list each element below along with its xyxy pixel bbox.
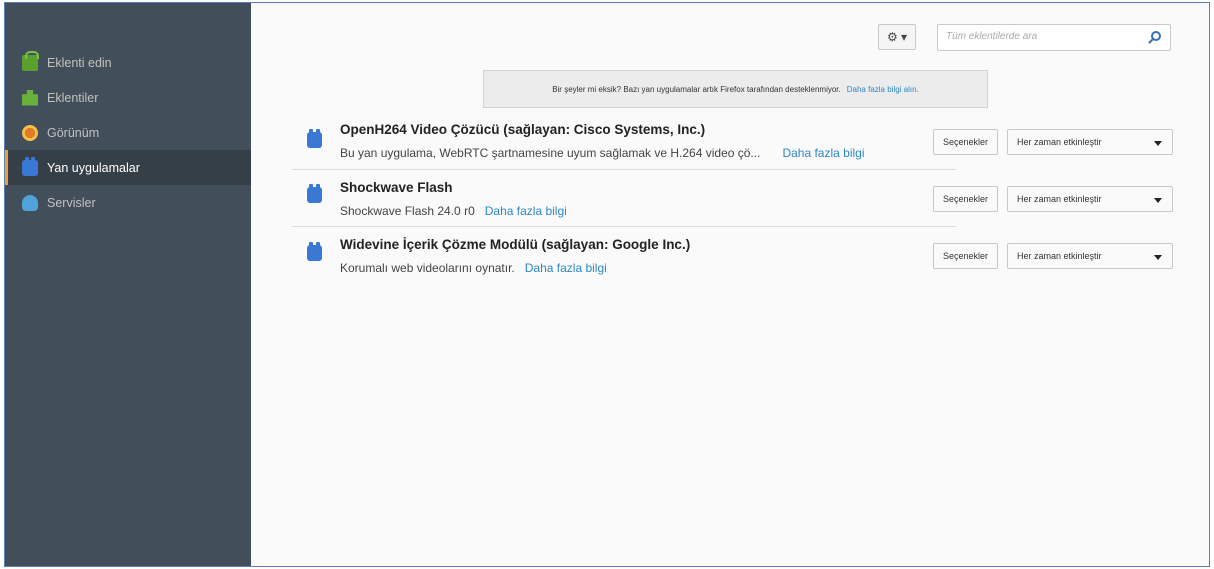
sidebar-item-plugins[interactable]: Yan uygulamalar [5, 150, 251, 185]
dropdown-arrow-icon [1154, 255, 1162, 260]
sidebar-item-label: Eklentiler [47, 90, 99, 105]
sidebar-item-get-addons[interactable]: Eklenti edin [5, 45, 251, 80]
plugin-state-select[interactable]: Her zaman etkinleştir [1007, 243, 1173, 269]
sidebar-item-label: Görünüm [47, 125, 100, 140]
sidebar-item-services[interactable]: Servisler [5, 185, 251, 220]
sidebar-item-label: Eklenti edin [47, 55, 112, 70]
search-placeholder: Tüm eklentilerde ara [946, 31, 1038, 42]
sidebar-item-appearance[interactable]: Görünüm [5, 115, 251, 150]
plugins-icon [22, 156, 38, 176]
sidebar-item-label: Yan uygulamalar [47, 160, 140, 175]
plugin-row-widevine[interactable]: Widevine İçerik Çözme Modülü (sağlayan: … [292, 227, 956, 285]
sidebar-item-label: Servisler [47, 195, 96, 210]
tools-menu-button[interactable]: ⚙ ▾ [878, 24, 916, 50]
plugin-name: Widevine İçerik Çözme Modülü (sağlayan: … [340, 237, 691, 252]
plugin-description: Bu yan uygulama, WebRTC şartnamesine uyu… [340, 146, 865, 160]
plugin-more-info-link[interactable]: Daha fazla bilgi [782, 146, 864, 160]
get-addons-icon [22, 50, 39, 71]
plugin-state-value: Her zaman etkinleştir [1017, 137, 1102, 147]
plugin-name: Shockwave Flash [340, 180, 453, 195]
plugin-icon [307, 242, 322, 261]
search-icon[interactable] [1151, 31, 1161, 41]
dropdown-arrow-icon [1154, 141, 1162, 146]
services-icon [22, 194, 38, 211]
extensions-icon [22, 89, 38, 106]
plugin-description-text: Shockwave Flash 24.0 r0 [340, 204, 475, 218]
notice-text: Bir şeyler mi eksik? Bazı yan uygulamala… [552, 84, 841, 94]
dropdown-arrow-icon [1154, 198, 1162, 203]
gear-icon: ⚙ ▾ [886, 30, 908, 44]
plugin-state-value: Her zaman etkinleştir [1017, 194, 1102, 204]
plugin-icon [307, 129, 322, 148]
plugin-row-shockwave-flash[interactable]: Shockwave Flash Shockwave Flash 24.0 r0 D… [292, 170, 956, 227]
plugin-more-info-link[interactable]: Daha fazla bilgi [525, 261, 607, 275]
plugin-options-button[interactable]: Seçenekler [933, 186, 998, 212]
missing-plugins-notice: Bir şeyler mi eksik? Bazı yan uygulamala… [483, 70, 988, 108]
category-sidebar: Eklenti edin Eklentiler Görünüm Yan uygu… [5, 3, 251, 566]
plugin-options-button[interactable]: Seçenekler [933, 129, 998, 155]
plugin-description: Shockwave Flash 24.0 r0 Daha fazla bilgi [340, 204, 567, 218]
plugin-more-info-link[interactable]: Daha fazla bilgi [485, 204, 567, 218]
plugin-description-text: Korumalı web videolarını oynatır. [340, 261, 515, 275]
plugin-options-button[interactable]: Seçenekler [933, 243, 998, 269]
plugin-state-select[interactable]: Her zaman etkinleştir [1007, 186, 1173, 212]
plugin-state-value: Her zaman etkinleştir [1017, 251, 1102, 261]
appearance-icon [22, 124, 38, 141]
plugin-state-select[interactable]: Her zaman etkinleştir [1007, 129, 1173, 155]
plugin-row-openh264[interactable]: OpenH264 Video Çözücü (sağlayan: Cisco S… [292, 118, 956, 170]
plugins-pane: ⚙ ▾ Tüm eklentilerde ara Bir şeyler mi e… [251, 3, 1209, 566]
addons-manager-window: Eklenti edin Eklentiler Görünüm Yan uygu… [4, 2, 1210, 567]
notice-learn-more-link[interactable]: Daha fazla bilgi alın. [847, 85, 919, 94]
plugin-description-text: Bu yan uygulama, WebRTC şartnamesine uyu… [340, 146, 761, 160]
plugin-description: Korumalı web videolarını oynatır. Daha fa… [340, 261, 607, 275]
search-input[interactable]: Tüm eklentilerde ara [937, 24, 1171, 51]
plugin-name: OpenH264 Video Çözücü (sağlayan: Cisco S… [340, 122, 706, 137]
plugin-icon [307, 184, 322, 203]
sidebar-item-extensions[interactable]: Eklentiler [5, 80, 251, 115]
